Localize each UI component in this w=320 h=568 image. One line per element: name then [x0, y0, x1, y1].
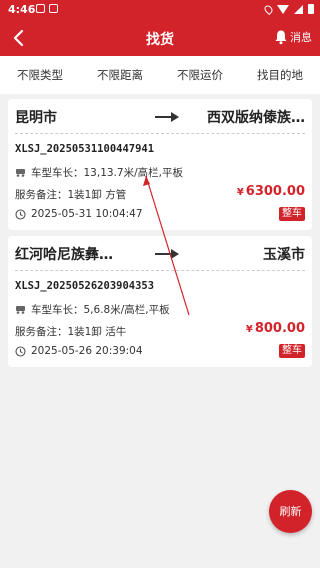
divider [15, 133, 305, 134]
destination-city: 玉溪市 [263, 247, 305, 263]
clock-icon [15, 345, 26, 357]
publish-time-text: 2025-05-31 10:04:47 [31, 208, 143, 220]
page-title: 找货 [146, 32, 174, 48]
order-number: XLSJ_20250531100447941 [15, 143, 155, 155]
filter-type[interactable]: 不限类型 [0, 56, 80, 94]
location-icon [262, 3, 275, 15]
price: ¥800.00 [246, 321, 305, 336]
load-type-badge: 整车 [279, 344, 305, 358]
price: ¥6300.00 [237, 184, 305, 199]
messages-label: 消息 [290, 31, 312, 44]
publish-time-text: 2025-05-26 20:39:04 [31, 345, 143, 357]
battery-icon [308, 4, 314, 14]
destination-city: 西双版纳傣族… [207, 110, 305, 126]
truck-icon [16, 169, 25, 177]
publish-time: 2025-05-31 10:04:47 [15, 208, 143, 220]
route: 昆明市 西双版纳傣族… [15, 107, 305, 129]
cargo-card[interactable]: 红河哈尼族彝… 玉溪市 XLSJ_20250526203904353 车型车长：… [8, 236, 312, 367]
price-value: 800.00 [254, 321, 305, 336]
filter-distance[interactable]: 不限距离 [80, 56, 160, 94]
arrow-right-icon [155, 249, 179, 259]
vehicle-spec: 车型车长：13,13.7米/高栏,平板 [15, 165, 183, 180]
service-remark: 服务备注：1装1卸 活牛 [15, 326, 127, 338]
publish-time: 2025-05-26 20:39:04 [15, 345, 143, 357]
vehicle-spec: 车型车长：5,6.8米/高栏,平板 [15, 302, 170, 317]
filter-destination[interactable]: 找目的地 [240, 56, 320, 94]
bell-icon [275, 30, 287, 45]
origin-city: 红河哈尼族彝… [15, 247, 113, 263]
service-remark: 服务备注：1装1卸 方管 [15, 189, 127, 201]
origin-city: 昆明市 [15, 110, 57, 126]
truck-icon [16, 306, 25, 314]
system-icons [262, 3, 314, 15]
divider [15, 270, 305, 271]
price-value: 6300.00 [245, 184, 305, 199]
status-bar: 4:46 [0, 0, 320, 20]
currency-symbol: ¥ [245, 324, 253, 335]
app-header: 找货 消息 [0, 20, 320, 56]
notification-icons [36, 4, 58, 13]
load-type-badge: 整车 [279, 207, 305, 221]
app-notification-icon [49, 4, 58, 13]
wifi-icon [277, 4, 289, 14]
signal-icon [294, 4, 303, 14]
vehicle-spec-text: 车型车长：5,6.8米/高栏,平板 [31, 304, 170, 316]
filter-bar: 不限类型 不限距离 不限运价 找目的地 [0, 56, 320, 94]
cargo-card[interactable]: 昆明市 西双版纳傣族… XLSJ_20250531100447941 车型车长：… [8, 99, 312, 230]
status-time: 4:46 [8, 3, 36, 16]
filter-freight-rate[interactable]: 不限运价 [160, 56, 240, 94]
currency-symbol: ¥ [236, 187, 244, 198]
route: 红河哈尼族彝… 玉溪市 [15, 244, 305, 266]
vehicle-spec-text: 车型车长：13,13.7米/高栏,平板 [31, 167, 183, 179]
refresh-button[interactable]: 刷新 [269, 490, 312, 533]
image-notification-icon [36, 4, 45, 13]
order-number: XLSJ_20250526203904353 [15, 280, 155, 292]
messages-button[interactable]: 消息 [274, 29, 312, 45]
arrow-right-icon [155, 112, 179, 122]
clock-icon [15, 208, 26, 220]
